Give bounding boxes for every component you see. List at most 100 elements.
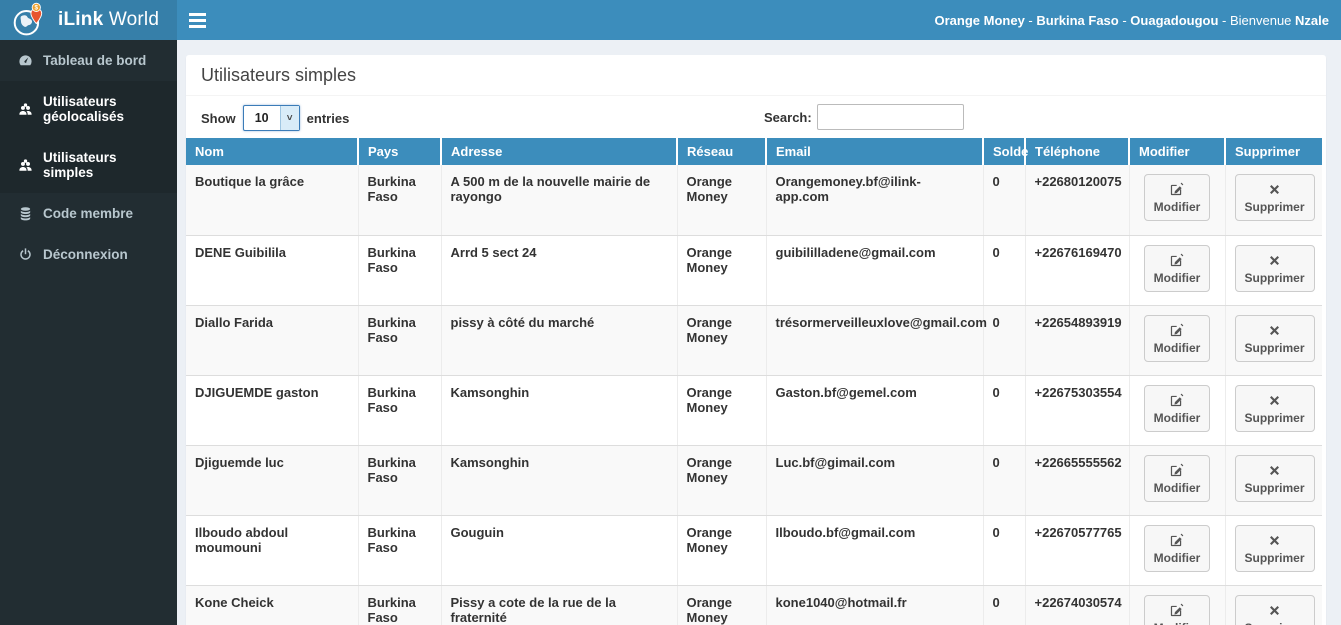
cell-nom: DENE Guibilila — [186, 235, 359, 306]
modifier-button[interactable]: Modifier — [1143, 174, 1211, 221]
sidebar-item-code-membre[interactable]: Code membre — [0, 193, 177, 234]
users-table: Nom Pays Adresse Réseau Email Solde Télé… — [186, 138, 1322, 625]
sidebar-item-utilisateurs-geolocalises[interactable]: Utilisateurs géolocalisés — [0, 81, 177, 137]
column-header-telephone[interactable]: Téléphone — [1025, 138, 1130, 165]
table-row: Djiguemde luc Burkina Faso Kamsonghin Or… — [186, 445, 1322, 516]
top-header-bar: $ iLink World Orange Money - Burkina Fas… — [0, 0, 1341, 40]
x-close-icon — [1270, 325, 1279, 335]
cell-pays: Burkina Faso — [358, 585, 442, 625]
table-row: DENE Guibilila Burkina Faso Arrd 5 sect … — [186, 235, 1322, 306]
table-row: Kone Cheick Burkina Faso Pissy a cote de… — [186, 585, 1322, 625]
navbar-user-name: Nzale — [1295, 12, 1329, 28]
brand-bold-text: iLink — [58, 9, 104, 30]
modifier-button-label: Modifier — [1153, 550, 1201, 565]
modifier-button[interactable]: Modifier — [1143, 524, 1211, 572]
cell-pays: Burkina Faso — [358, 445, 442, 516]
cell-pays: Burkina Faso — [358, 305, 442, 376]
users-icon — [17, 158, 34, 173]
power-icon — [17, 247, 34, 262]
modifier-button-label: Modifier — [1154, 621, 1201, 625]
cell-adresse: Arrd 5 sect 24 — [441, 235, 678, 306]
cell-adresse: Pissy a cote de la rue de la fraternité — [441, 585, 678, 625]
cell-solde: 0 — [983, 445, 1026, 516]
cell-solde: 0 — [983, 585, 1026, 625]
navbar-network-label: Orange Money — [934, 12, 1025, 28]
column-header-adresse[interactable]: Adresse — [441, 138, 678, 165]
supprimer-button[interactable]: Supprimer — [1234, 454, 1315, 502]
cell-reseau: Orange Money — [677, 515, 767, 586]
supprimer-button-label: Supprimer — [1244, 200, 1305, 214]
cell-adresse: pissy à côté du marché — [441, 305, 678, 376]
modifier-button[interactable]: Modifier — [1143, 384, 1211, 432]
column-header-solde[interactable]: Solde — [983, 138, 1028, 165]
supprimer-button[interactable]: Supprimer — [1234, 314, 1315, 362]
column-header-nom[interactable]: Nom — [186, 138, 359, 165]
sidebar-item-utilisateurs-simples[interactable]: Utilisateurs simples — [0, 137, 177, 193]
navbar-welcome-text: Bienvenue — [1229, 12, 1296, 28]
search-control: Search: — [764, 104, 964, 130]
navbar-country-label: Burkina Faso — [1036, 12, 1119, 28]
cell-adresse: Kamsonghin — [441, 375, 678, 446]
sidebar-nav: Tableau de bord Utilisateurs géolocalisé… — [0, 40, 177, 625]
column-header-reseau[interactable]: Réseau — [677, 138, 767, 165]
cell-nom: DJIGUEMDE gaston — [186, 375, 359, 446]
modifier-button-label: Modifier — [1153, 270, 1201, 285]
column-header-pays[interactable]: Pays — [358, 138, 442, 165]
x-close-icon — [1270, 465, 1279, 475]
entries-label: entries — [306, 110, 350, 126]
cell-pays: Burkina Faso — [358, 515, 442, 586]
table-controls: Show 10 ˅ entries Search: — [186, 96, 1326, 138]
sidebar-toggle-hamburger-icon[interactable] — [189, 0, 219, 40]
x-close-icon — [1270, 605, 1279, 615]
navbar-city-label: Ouagadougou — [1130, 12, 1219, 28]
modifier-button[interactable]: Modifier — [1143, 594, 1211, 625]
cell-email: Ilboudo.bf@gmail.com — [766, 515, 984, 586]
search-label: Search: — [764, 109, 812, 125]
supprimer-button-label: Supprimer — [1244, 480, 1305, 495]
sidebar-item-tableau-de-bord[interactable]: Tableau de bord — [0, 40, 177, 81]
table-row: Diallo Farida Burkina Faso pissy à côté … — [186, 305, 1322, 376]
app-logo-area[interactable]: $ iLink World — [0, 0, 177, 40]
cell-reseau: Orange Money — [677, 445, 767, 516]
modifier-button-label: Modifier — [1153, 480, 1201, 495]
table-row: Boutique la grâce Burkina Faso A 500 m d… — [186, 165, 1322, 236]
cell-email: kone1040@hotmail.fr — [766, 585, 984, 625]
cell-telephone: +22675303554 — [1025, 375, 1130, 446]
edit-pencil-icon — [1171, 603, 1184, 616]
modifier-button[interactable]: Modifier — [1143, 454, 1211, 502]
page-title: Utilisateurs simples — [186, 55, 1326, 96]
modifier-button[interactable]: Modifier — [1143, 314, 1211, 362]
supprimer-button[interactable]: Supprimer — [1234, 594, 1315, 625]
supprimer-button[interactable]: Supprimer — [1234, 244, 1315, 292]
page-length-select[interactable]: 10 ˅ — [242, 105, 300, 131]
cell-adresse: Kamsonghin — [441, 445, 678, 516]
sidebar-item-label: Tableau de bord — [43, 53, 147, 68]
sidebar-item-deconnexion[interactable]: Déconnexion — [0, 234, 177, 275]
column-header-email[interactable]: Email — [766, 138, 984, 165]
supprimer-button[interactable]: Supprimer — [1234, 384, 1315, 432]
cell-nom: Boutique la grâce — [186, 165, 359, 236]
cell-adresse: A 500 m de la nouvelle mairie de rayongo — [441, 165, 678, 236]
table-row: DJIGUEMDE gaston Burkina Faso Kamsonghin… — [186, 375, 1322, 446]
page-length-control: Show 10 ˅ entries — [201, 105, 1311, 131]
cell-telephone: +22674030574 — [1025, 585, 1130, 625]
supprimer-button[interactable]: Supprimer — [1234, 174, 1315, 221]
cell-pays: Burkina Faso — [358, 235, 442, 306]
supprimer-button-label: Supprimer — [1244, 410, 1305, 425]
cell-solde: 0 — [983, 305, 1026, 376]
page-length-value: 10 — [254, 111, 269, 125]
modifier-button[interactable]: Modifier — [1143, 244, 1211, 292]
edit-pencil-icon — [1171, 253, 1184, 266]
cell-reseau: Orange Money — [677, 585, 767, 625]
x-close-icon — [1270, 535, 1279, 545]
table-header-row: Nom Pays Adresse Réseau Email Solde Télé… — [186, 138, 1322, 165]
supprimer-button[interactable]: Supprimer — [1234, 524, 1315, 572]
edit-pencil-icon — [1171, 182, 1184, 196]
search-input[interactable] — [816, 104, 964, 130]
edit-pencil-icon — [1171, 393, 1184, 406]
cell-telephone: +22654893919 — [1025, 305, 1130, 376]
sidebar-item-label: Utilisateurs simples — [43, 150, 117, 180]
column-header-modifier[interactable]: Modifier — [1129, 138, 1226, 165]
column-header-supprimer[interactable]: Supprimer — [1225, 138, 1322, 165]
gauge-icon — [17, 53, 34, 68]
